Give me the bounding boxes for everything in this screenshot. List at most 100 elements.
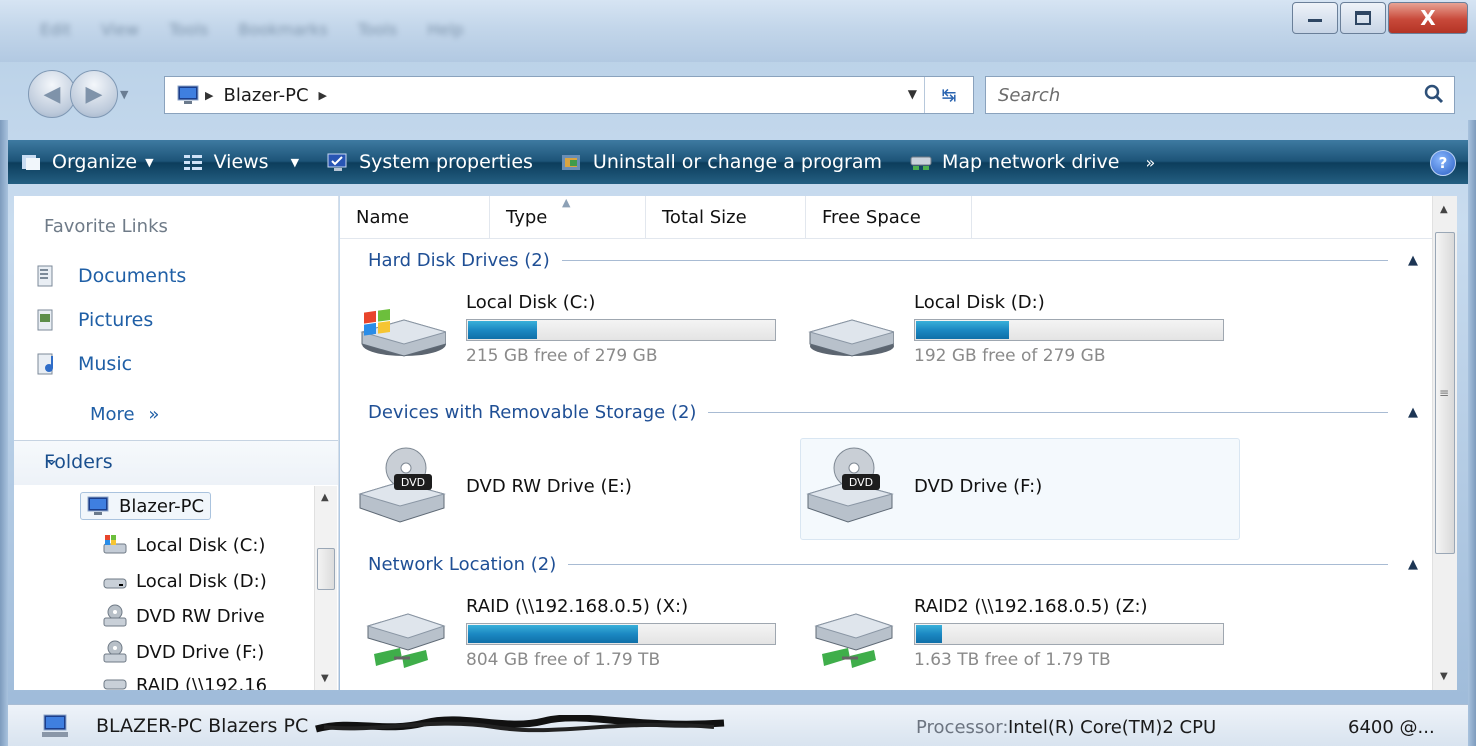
chevron-down-icon: ⌄: [44, 449, 60, 470]
folder-tree: Blazer-PC Local Disk (C:) Local Disk (D:…: [14, 486, 314, 690]
close-button[interactable]: X: [1388, 2, 1468, 34]
tree-item-dvd-drive-f[interactable]: DVD Drive (F:): [102, 640, 264, 664]
processor-label: Processor:: [916, 717, 1009, 738]
group-divider: [708, 412, 1388, 413]
scroll-up-arrow-icon[interactable]: ▲: [1440, 204, 1448, 215]
back-arrow-icon: ◀: [43, 81, 61, 107]
column-header-free-space[interactable]: Free Space: [806, 196, 972, 238]
scrollbar-thumb[interactable]: [317, 548, 335, 590]
breadcrumb-separator-icon[interactable]: ▶: [205, 89, 213, 102]
favorite-link-documents[interactable]: Documents: [36, 264, 186, 288]
group-label: Hard Disk Drives (2): [368, 250, 550, 271]
drive-item-local-disk-c[interactable]: Local Disk (C:) 215 GB free of 279 GB: [354, 292, 776, 366]
sort-ascending-icon: ▲: [562, 196, 571, 209]
more-links[interactable]: More »: [90, 404, 159, 425]
drive-usage-bar: [466, 623, 776, 645]
computer-name: BLAZER-PC Blazers PC: [96, 715, 309, 737]
group-divider: [561, 260, 1388, 261]
tree-item-label: RAID (\\192.16: [136, 674, 268, 691]
views-button[interactable]: Views ▼: [182, 151, 299, 173]
views-label: Views: [213, 151, 269, 173]
drive-item-raid-x[interactable]: RAID (\\192.168.0.5) (X:) 804 GB free of…: [354, 596, 776, 676]
organize-button[interactable]: Organize ▼: [20, 151, 154, 173]
breadcrumb-blazer-pc[interactable]: Blazer-PC: [223, 85, 308, 106]
scroll-up-arrow-icon[interactable]: ▲: [321, 492, 329, 503]
uninstall-program-label: Uninstall or change a program: [592, 151, 883, 173]
drive-free-space: 192 GB free of 279 GB: [914, 346, 1106, 366]
dvd-drive-icon: [103, 640, 127, 663]
drive-usage-fill: [916, 321, 1010, 339]
folders-header[interactable]: Folders ⌄: [14, 440, 338, 485]
group-header-network-location[interactable]: Network Location (2) ▲: [368, 554, 1418, 575]
favorite-link-label: Pictures: [78, 309, 154, 331]
recent-pages-dropdown-icon[interactable]: ▼: [120, 88, 128, 101]
address-dropdown-icon[interactable]: ▼: [908, 87, 917, 101]
more-commands-chevron-icon[interactable]: »: [1145, 153, 1155, 172]
drive-details: RAID (\\192.168.0.5) (X:) 804 GB free of…: [466, 596, 776, 676]
uninstall-program-button[interactable]: Uninstall or change a program: [561, 151, 882, 173]
tree-item-label: DVD Drive (F:): [136, 641, 265, 663]
menu-item[interactable]: Edit: [40, 20, 71, 48]
group-header-removable-storage[interactable]: Devices with Removable Storage (2) ▲: [368, 402, 1418, 423]
favorite-link-music[interactable]: Music: [36, 352, 132, 376]
window-frame-right: [1468, 120, 1476, 746]
menu-item[interactable]: View: [101, 20, 139, 48]
column-label: Name: [356, 206, 410, 228]
refresh-button[interactable]: ↹: [924, 77, 973, 113]
maximize-button[interactable]: [1340, 2, 1386, 34]
column-label: Type: [506, 206, 548, 228]
dvd-badge: DVD: [849, 476, 873, 489]
collapse-group-icon[interactable]: ▲: [1408, 253, 1418, 268]
help-icon[interactable]: ?: [1430, 150, 1456, 176]
favorite-links-heading: Favorite Links: [44, 216, 168, 237]
drive-item-dvd-rw-e[interactable]: DVD DVD RW Drive (E:): [354, 446, 632, 526]
minimize-button[interactable]: [1292, 2, 1338, 34]
drive-item-raid2-z[interactable]: RAID2 (\\192.168.0.5) (Z:) 1.63 TB free …: [802, 596, 1224, 676]
column-header-type[interactable]: ▲ Type: [490, 196, 646, 238]
collapse-group-icon[interactable]: ▲: [1408, 405, 1418, 420]
breadcrumb-separator-icon[interactable]: ▶: [319, 89, 327, 102]
drive-item-dvd-f[interactable]: DVD DVD Drive (F:): [802, 446, 1042, 526]
favorite-link-pictures[interactable]: Pictures: [36, 308, 153, 332]
uninstall-program-icon: [561, 155, 580, 170]
search-input[interactable]: [996, 77, 1400, 113]
system-drive-icon: [360, 308, 446, 357]
map-network-drive-button[interactable]: Map network drive: [910, 151, 1119, 173]
network-drive-icon: [103, 679, 127, 690]
tree-item-dvd-rw-drive[interactable]: DVD RW Drive: [102, 604, 265, 628]
tree-item-local-disk-d[interactable]: Local Disk (D:): [102, 570, 267, 592]
menu-item[interactable]: Help: [427, 20, 463, 48]
drive-details: Local Disk (C:) 215 GB free of 279 GB: [466, 292, 776, 366]
map-network-drive-label: Map network drive: [942, 151, 1120, 173]
menu-item[interactable]: Tools: [169, 20, 208, 48]
tree-item-raid-x[interactable]: RAID (\\192.16: [102, 674, 267, 690]
title-bar: Edit View Tools Bookmarks Tools Help X: [0, 0, 1476, 62]
scroll-down-arrow-icon[interactable]: ▼: [321, 673, 329, 684]
folder-tree-scrollbar[interactable]: ▲ ▼: [314, 486, 337, 690]
organize-dropdown-icon: ▼: [145, 155, 154, 169]
system-properties-button[interactable]: System properties: [327, 151, 533, 173]
drive-name: DVD RW Drive (E:): [466, 475, 632, 497]
drive-usage-fill: [916, 625, 942, 643]
group-header-hard-disk-drives[interactable]: Hard Disk Drives (2) ▲: [368, 250, 1418, 271]
content-scrollbar[interactable]: ▲ ≡ ▼: [1432, 196, 1457, 690]
tree-item-local-disk-c[interactable]: Local Disk (C:): [102, 534, 265, 556]
window-frame-left: [0, 120, 8, 746]
collapse-group-icon[interactable]: ▲: [1408, 557, 1418, 572]
column-header-total-size[interactable]: Total Size: [646, 196, 806, 238]
search-icon[interactable]: [1424, 84, 1444, 104]
menu-item[interactable]: Bookmarks: [238, 20, 327, 48]
system-drive-icon: [103, 535, 127, 554]
column-header-name[interactable]: Name: [340, 196, 490, 238]
search-box[interactable]: [985, 76, 1455, 114]
system-properties-label: System properties: [359, 151, 533, 173]
drive-item-local-disk-d[interactable]: Local Disk (D:) 192 GB free of 279 GB: [802, 292, 1224, 366]
scroll-down-arrow-icon[interactable]: ▼: [1440, 671, 1448, 682]
tree-item-label: DVD RW Drive: [136, 605, 265, 627]
address-bar[interactable]: ▶ Blazer-PC ▶ ▼ ↹: [164, 76, 974, 114]
tree-item-blazer-pc[interactable]: Blazer-PC: [80, 492, 212, 520]
menu-item[interactable]: Tools: [358, 20, 397, 48]
forward-button[interactable]: ▶: [70, 70, 118, 118]
network-drive-icon: [814, 613, 894, 668]
back-button[interactable]: ◀: [28, 70, 76, 118]
